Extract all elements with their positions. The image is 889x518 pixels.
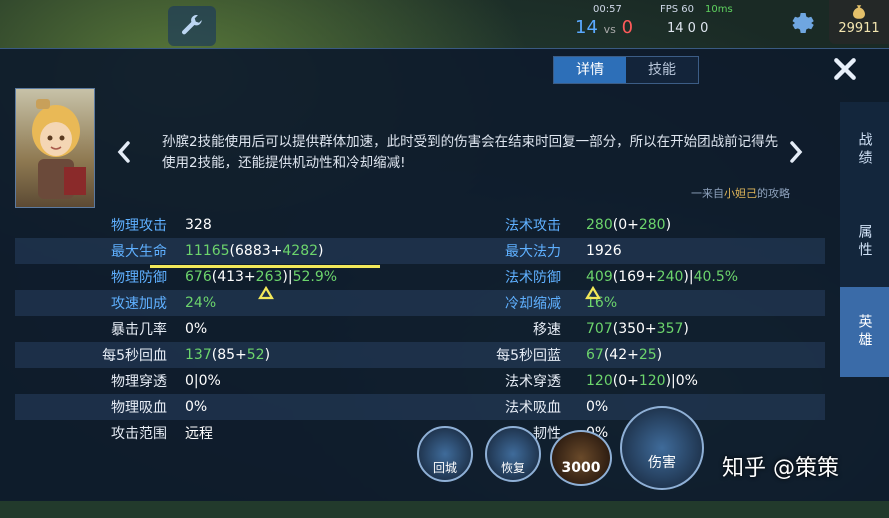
fps-readout: FPS 60 bbox=[660, 4, 695, 15]
stat-value: 远程 bbox=[185, 426, 213, 442]
prev-tip-arrow-icon[interactable] bbox=[115, 140, 133, 164]
stat-label: 物理吸血 bbox=[111, 400, 167, 416]
highlight-triangle-icon bbox=[585, 286, 601, 300]
stat-label: 暴击几率 bbox=[111, 322, 167, 338]
hero-portrait-art bbox=[32, 99, 86, 199]
kda-readout: 14 0 0 bbox=[667, 21, 709, 36]
stat-label: 物理攻击 bbox=[111, 218, 167, 234]
stat-value: 0|0% bbox=[185, 373, 221, 389]
stat-row: 暴击几率 0% 移速 707(350+357) bbox=[15, 316, 825, 342]
stat-row: 物理攻击 328 法术攻击 280(0+280) bbox=[15, 212, 825, 238]
settings-gear-icon[interactable] bbox=[785, 8, 815, 38]
stat-row: 最大生命 11165(6883+4282) 最大法力 1926 bbox=[15, 238, 825, 264]
stat-label: 法术攻击 bbox=[505, 218, 561, 234]
stat-value: 0% bbox=[185, 399, 208, 415]
stat-label: 每5秒回蓝 bbox=[496, 348, 561, 364]
next-tip-arrow-icon[interactable] bbox=[787, 140, 805, 164]
side-tab-record[interactable]: 战绩 bbox=[840, 102, 889, 197]
stat-row: 物理穿透 0|0% 法术穿透 120(0+120)|0% bbox=[15, 368, 825, 394]
stat-value: 16% bbox=[586, 295, 618, 311]
gold-value: 29911 bbox=[838, 21, 880, 36]
stat-value: 280(0+280) bbox=[586, 217, 672, 233]
wrench-button[interactable] bbox=[168, 6, 216, 46]
stat-row: 物理防御 676(413+263)|52.9% 法术防御 409(169+240… bbox=[15, 264, 825, 290]
stat-value: 137(85+52) bbox=[185, 347, 271, 363]
watermark: 知乎 @策策 bbox=[722, 456, 839, 481]
tip-author[interactable]: 小妲己 bbox=[724, 187, 757, 200]
heal-button[interactable]: 恢复 bbox=[485, 426, 541, 482]
stat-value: 1926 bbox=[586, 243, 622, 259]
stat-value: 120(0+120)|0% bbox=[586, 373, 698, 389]
stat-value: 409(169+240)|40.5% bbox=[586, 269, 739, 285]
highlight-underline bbox=[150, 265, 380, 268]
money-bag-icon bbox=[853, 5, 865, 19]
team-kills: 14 vs 0 bbox=[575, 17, 634, 38]
close-button[interactable] bbox=[826, 51, 864, 87]
wrench-icon bbox=[182, 14, 203, 35]
recall-button[interactable]: 回城 bbox=[417, 426, 473, 482]
highlight-triangle-icon bbox=[258, 286, 274, 300]
side-tab-attributes[interactable]: 属性 bbox=[840, 197, 889, 287]
gold-counter: 29911 bbox=[829, 0, 889, 44]
stat-value: 67(42+25) bbox=[586, 347, 663, 363]
item-cost-button[interactable]: 3000 bbox=[550, 430, 612, 486]
match-status: 00:57 FPS 60 10ms 14 vs 0 14 0 0 bbox=[575, 4, 775, 44]
skill-bar: 回城 恢复 3000 伤害 bbox=[415, 406, 715, 498]
top-hud: 00:57 FPS 60 10ms 14 vs 0 14 0 0 29911 bbox=[0, 0, 889, 48]
stat-row: 物理吸血 0% 法术吸血 0% bbox=[15, 394, 825, 420]
stat-value: 707(350+357) bbox=[586, 321, 689, 337]
stat-label: 移速 bbox=[533, 322, 561, 338]
hero-portrait bbox=[15, 88, 95, 208]
attack-button[interactable]: 伤害 bbox=[620, 406, 704, 490]
stat-value: 328 bbox=[185, 217, 212, 233]
stat-label: 冷却缩减 bbox=[505, 296, 561, 312]
detail-tabs: 详情 技能 bbox=[553, 56, 699, 84]
stat-label: 法术穿透 bbox=[505, 374, 561, 390]
stat-label: 最大生命 bbox=[111, 244, 167, 260]
stat-label: 法术防御 bbox=[505, 270, 561, 286]
stats-table: 物理攻击 328 法术攻击 280(0+280) 最大生命 11165(6883… bbox=[15, 212, 825, 446]
stat-row: 每5秒回血 137(85+52) 每5秒回蓝 67(42+25) bbox=[15, 342, 825, 368]
stat-value: 11165(6883+4282) bbox=[185, 243, 324, 259]
stat-value: 0% bbox=[185, 321, 208, 337]
ping-readout: 10ms bbox=[705, 4, 733, 15]
close-icon bbox=[834, 58, 856, 80]
stat-label: 攻速加成 bbox=[111, 296, 167, 312]
stat-label: 法术吸血 bbox=[505, 400, 561, 416]
match-clock: 00:57 bbox=[593, 4, 622, 15]
side-tab-hero[interactable]: 英雄 bbox=[840, 287, 889, 377]
stat-label: 每5秒回血 bbox=[102, 348, 167, 364]
tip-credit: 一来自小妲己的攻略 bbox=[691, 187, 790, 200]
stat-label: 物理穿透 bbox=[111, 374, 167, 390]
stat-label: 物理防御 bbox=[111, 270, 167, 286]
stat-value: 24% bbox=[185, 295, 217, 311]
tab-details[interactable]: 详情 bbox=[554, 57, 626, 83]
tab-skills[interactable]: 技能 bbox=[626, 57, 698, 83]
strategy-tip: 孙膑2技能使用后可以提供群体加速，此时受到的伤害会在结束时回复一部分，所以在开始… bbox=[162, 134, 779, 171]
stat-value: 676(413+263)|52.9% bbox=[185, 269, 338, 285]
stat-label: 攻击范围 bbox=[111, 426, 167, 442]
stat-label: 最大法力 bbox=[505, 244, 561, 260]
stat-row: 攻速加成 24% 冷却缩减 16% bbox=[15, 290, 825, 316]
